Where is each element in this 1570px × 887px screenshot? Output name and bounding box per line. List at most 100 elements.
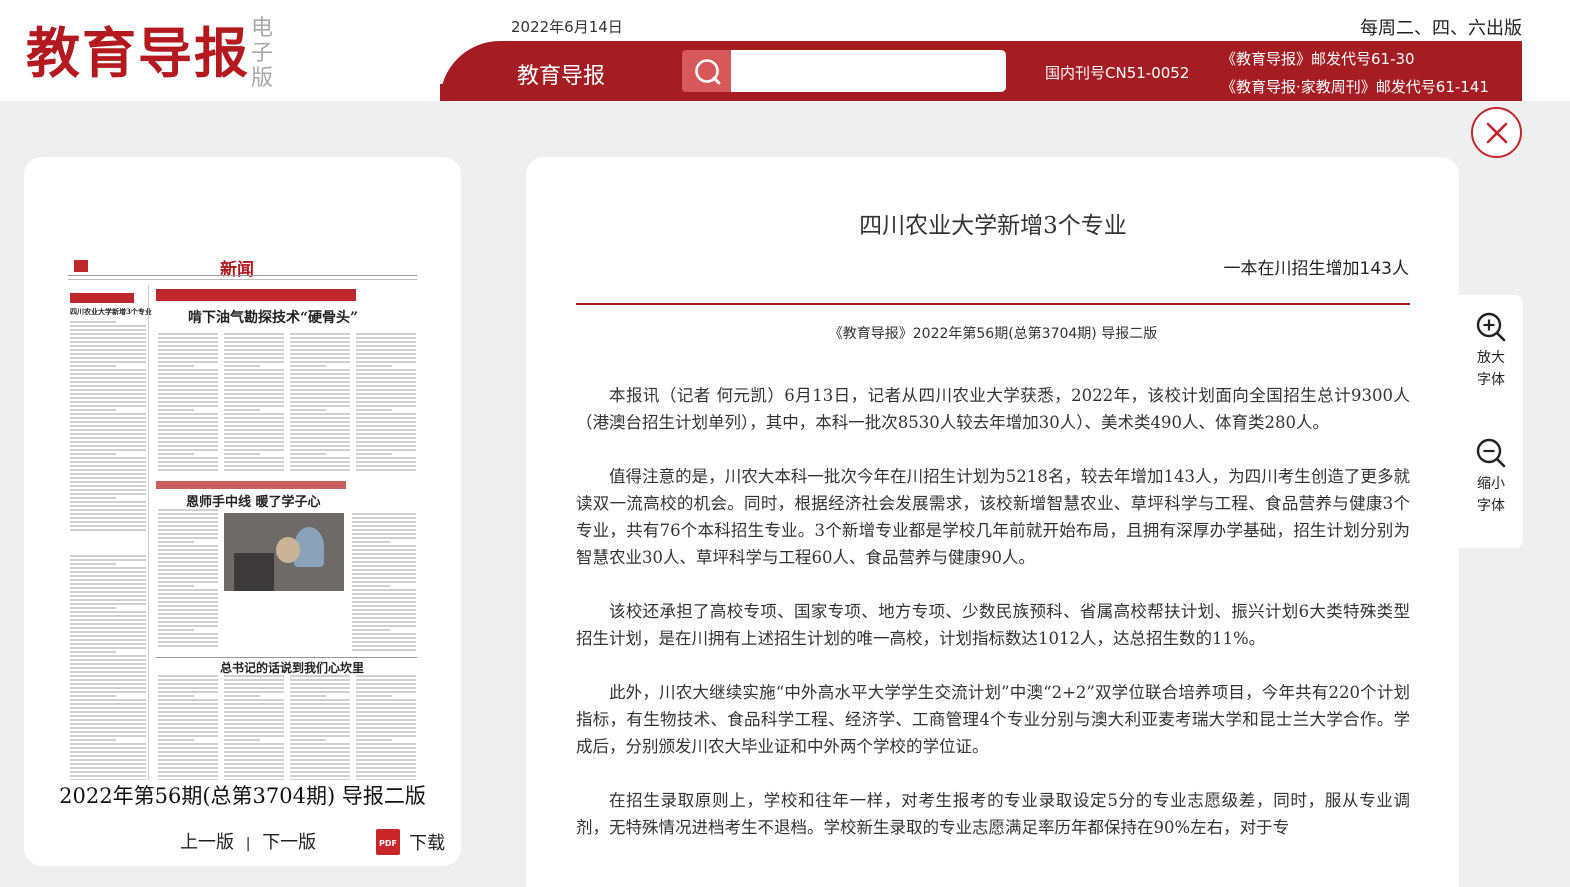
thumb-text-line [352, 649, 416, 651]
thumb-column-rule [148, 285, 149, 780]
thumb-text-line [290, 465, 350, 467]
thumb-text-line [290, 763, 350, 765]
thumb-text-line [356, 361, 416, 363]
thumb-text-line [224, 711, 284, 713]
thumb-text-line [158, 569, 218, 571]
thumb-text-line [158, 437, 218, 439]
thumb-text-line [158, 597, 218, 599]
thumb-text-line [70, 433, 146, 435]
thumb-text-line [352, 577, 416, 579]
thumb-text-line [290, 699, 350, 701]
thumb-text-line [224, 433, 284, 435]
zoom-in-button[interactable]: 放大字体 [1459, 311, 1523, 391]
pdf-download-label: 下载 [409, 833, 446, 854]
search-button[interactable] [682, 50, 731, 92]
thumb-text-line [158, 633, 218, 635]
thumb-text-line [70, 723, 146, 725]
thumb-text-line [70, 651, 116, 653]
thumb-text-line [158, 621, 218, 623]
thumb-headline-3: 总书记的话说到我们心坎里 [220, 661, 365, 675]
thumb-rule [68, 279, 417, 280]
thumb-text-line [70, 393, 146, 395]
thumb-text-line [158, 453, 194, 455]
site-logo[interactable]: 教育导报 [26, 22, 250, 84]
thumb-text-line [290, 707, 350, 709]
thumb-text-line [158, 365, 194, 367]
thumb-text-line [158, 759, 218, 761]
pdf-download-button[interactable]: PDF 下载 [376, 829, 445, 855]
thumb-text-line [290, 341, 350, 343]
thumb-text-line [158, 449, 218, 451]
thumb-text-line [158, 409, 194, 411]
thumb-text-line [352, 625, 416, 627]
thumb-text-line [158, 739, 194, 741]
thumb-text-line [158, 517, 218, 519]
thumb-text-line [158, 641, 218, 643]
thumb-text-line [352, 569, 416, 571]
thumb-text-line [70, 599, 146, 601]
thumb-text-line [290, 337, 350, 339]
thumb-text-line [290, 333, 350, 335]
thumb-text-line [352, 605, 416, 607]
thumb-text-line [290, 389, 350, 391]
thumb-text-line [70, 341, 146, 343]
thumb-text-line [70, 401, 146, 403]
thumb-text-line [352, 597, 416, 599]
thumb-text-line [356, 711, 416, 713]
thumb-text-line [356, 449, 416, 451]
brand-name[interactable]: 教育导报 [517, 58, 605, 90]
thumb-text-line [224, 675, 284, 677]
thumb-text-line [352, 621, 416, 623]
thumb-text-line [290, 349, 350, 351]
thumb-text-line [356, 437, 416, 439]
thumb-text-line [70, 555, 146, 557]
thumb-text-line [224, 763, 284, 765]
thumb-text-line [290, 675, 350, 677]
thumb-text-line [158, 679, 218, 681]
thumb-text-line [224, 453, 260, 455]
thumb-text-line [70, 595, 146, 597]
thumb-text-line [352, 541, 391, 543]
thumb-text-line [356, 743, 416, 745]
thumb-kicker [156, 481, 346, 489]
newspaper-page-thumbnail[interactable]: 新闻 四川农业大学新增3个专业 啃下油气勘探技术“硬骨头” 恩师手中线 暖了学子… [68, 255, 417, 780]
thumb-text-line [158, 731, 218, 733]
thumb-text-line [158, 357, 218, 359]
article-paragraph: 该校还承担了高校专项、国家专项、地方专项、少数民族预科、省属高校帮扶计划、振兴计… [576, 602, 1410, 648]
thumb-text-line [70, 663, 146, 665]
thumb-text-line [70, 691, 146, 693]
thumb-text-line [158, 353, 218, 355]
thumb-text-line [158, 695, 194, 697]
site-header: 教育导报 电子版 2022年6月14日 每周二、四、六出版 教育导报 国内刊号C… [0, 0, 1570, 101]
previous-page-link[interactable]: 上一版 [180, 832, 234, 853]
thumb-text-line [352, 613, 416, 615]
thumb-text-line [70, 457, 146, 459]
thumb-text-line [224, 341, 284, 343]
zoom-out-button[interactable]: 缩小字体 [1459, 437, 1523, 517]
thumb-text-line [224, 775, 284, 777]
thumb-text-line [70, 711, 146, 713]
thumb-text-line [224, 731, 284, 733]
thumb-text-line [356, 349, 416, 351]
next-page-link[interactable]: 下一版 [262, 832, 316, 853]
thumb-text-line [290, 437, 350, 439]
thumb-text-line [70, 771, 146, 773]
thumb-text-line [290, 453, 326, 455]
thumb-text-line [70, 567, 146, 569]
thumb-text-line [70, 377, 146, 379]
thumb-text-line [70, 659, 146, 661]
thumb-text-line [70, 437, 146, 439]
thumb-text-line [290, 385, 350, 387]
thumb-text-line [356, 687, 416, 689]
thumb-text-line [290, 377, 350, 379]
thumb-text-line [70, 345, 146, 347]
thumb-text-line [158, 699, 218, 701]
close-button[interactable] [1471, 107, 1522, 158]
thumb-text-line [224, 365, 260, 367]
thumb-text-line [224, 345, 284, 347]
search-input[interactable] [731, 50, 1006, 92]
thumb-text-line [352, 645, 416, 647]
thumb-text-line [70, 631, 146, 633]
thumb-text-line [70, 759, 146, 761]
thumb-text-line [356, 453, 392, 455]
